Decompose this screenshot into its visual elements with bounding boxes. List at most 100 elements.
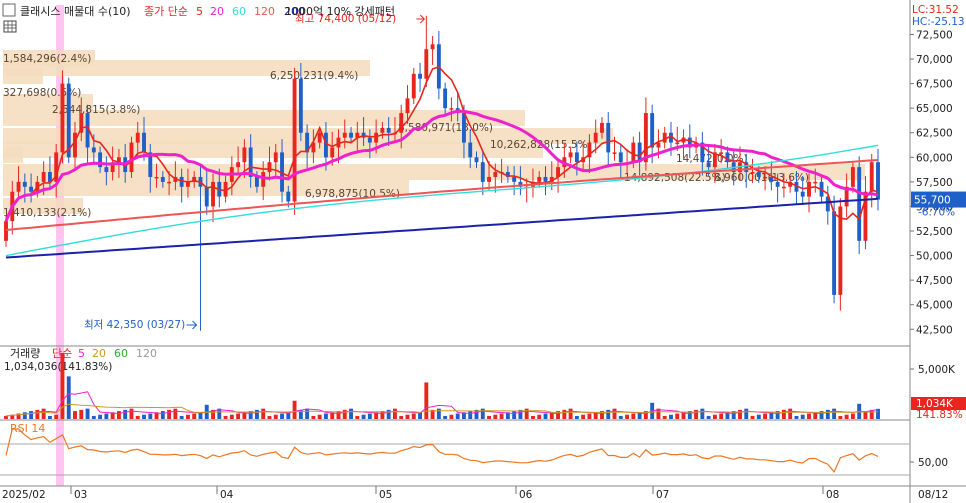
x-axis-label: 08 [826,489,839,501]
volume-bar [531,415,535,419]
candle-body [449,108,454,110]
ma-period-120: 120 [254,5,275,18]
candle-body [593,132,598,143]
volume-bar [744,408,749,419]
candle-body [135,132,140,143]
volume-bar [832,408,837,419]
volume-bar [236,413,241,419]
volume-bar [223,415,228,419]
candle-body [480,162,485,182]
stock-chart: 1,584,296(2.4%) 327,698(0.5%) 2,544,815(3.… [0,0,966,503]
volume-bar [386,409,391,419]
volume-bar [480,408,485,419]
candle-body [763,176,768,179]
candle-body [775,181,780,187]
volume-bar [22,412,27,419]
candle-body [129,142,134,173]
volume-profile-label: 14,472(0.0%) [676,153,748,165]
y-tick-label: 47,500 [916,275,953,287]
candle-body [29,186,34,192]
candle-body [374,132,379,143]
volume-bar [292,400,297,419]
grid-icon [3,20,17,33]
volume-bar [587,413,592,419]
x-axis-label: 07 [656,489,669,501]
volume-bar [424,382,429,419]
candle-body [543,176,548,182]
candle-body [405,98,410,114]
volume-bar [361,414,366,419]
volume-bar [763,413,768,419]
volume-bar [148,413,153,419]
candle-body [631,142,636,163]
volume-bar [487,415,491,419]
candle-body [813,181,818,184]
volume-bar [825,409,830,419]
candle-body [204,186,209,207]
current-price-label: 55,700 [914,195,951,207]
candle-body [869,162,874,192]
volume-bar [349,408,353,419]
candle-body [468,142,473,158]
volume-bar [405,414,410,419]
ma-period-20: 20 [210,5,224,18]
volume-bar [612,408,617,419]
candlestick-chart-svg[interactable]: 1,584,296(2.4%)327,698(0.5%)2,544,815(3.… [0,0,966,503]
y-tick-label: 57,500 [916,177,953,189]
candle-body [91,147,96,153]
volume-bar [98,414,103,419]
candle-body [568,152,573,158]
volume-bar [192,413,197,419]
chart-title: 클래시스 매물대 수(10) [20,5,131,18]
volume-bar [342,409,347,419]
candle-body [317,132,322,143]
volume-bar [562,409,567,419]
current-change-label: -6.70% [918,207,955,219]
low-price-annotation: 최저 42,350 (03/27) [84,319,185,331]
candle-body [769,176,774,182]
y-tick-label: 50,000 [916,251,953,263]
ma-period-60: 60 [232,5,246,18]
volume-bar [756,414,761,419]
candle-body [600,122,604,133]
volume-bar [142,414,146,419]
volume-bar [781,409,786,419]
candle-body [22,181,27,187]
volume-bar [876,408,880,419]
candle-body [380,127,385,133]
candle-body [211,181,215,207]
candle-body [292,78,297,202]
candle-body [606,122,611,153]
volume-bar [712,414,717,419]
candle-body [574,152,579,163]
volume-bar [173,408,178,419]
candle-body [236,162,241,168]
candle-body [104,167,109,173]
candle-body [443,88,448,109]
volume-bar [91,415,96,419]
candle-body [474,157,479,163]
volume-ma-period-20: 20 [92,347,106,360]
volume-bar [807,413,811,419]
x-axis-label: 2025/02 [2,489,46,501]
y-tick-label: 65,000 [916,103,953,115]
candle-body [838,206,843,295]
hc-readout: HC:-25.13 [912,16,965,28]
volume-bar [73,411,77,419]
candle-body [418,73,422,79]
volume-bar [700,408,705,419]
volume-bar [229,414,234,419]
volume-bar [41,408,46,419]
x-axis-label: 03 [74,489,87,501]
volume-bar [411,413,416,419]
volume-bar [669,414,673,419]
volume-bar [29,411,34,419]
volume-bar [66,376,71,419]
candle-body [60,83,65,153]
candle-body [675,142,680,145]
volume-ma-period-5: 5 [78,347,85,360]
candle-body [430,44,435,50]
candle-body [298,78,303,133]
candle-body [643,113,648,163]
volume-bar [662,415,667,419]
